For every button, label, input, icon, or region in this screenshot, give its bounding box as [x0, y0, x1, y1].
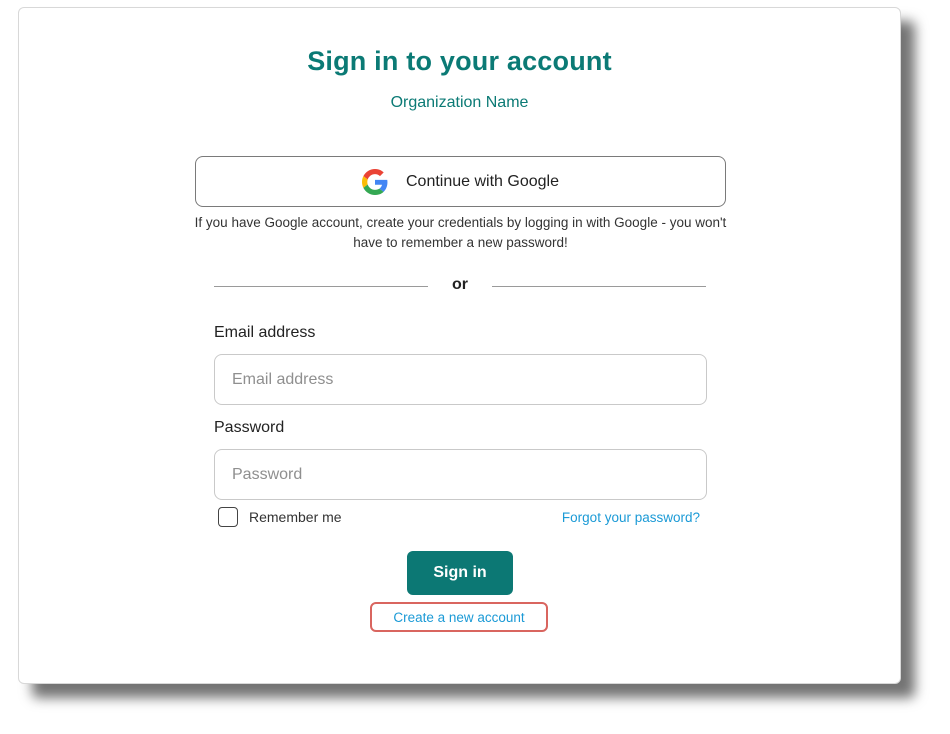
- remember-me[interactable]: Remember me: [218, 507, 342, 527]
- divider-or-label: or: [452, 276, 468, 293]
- continue-with-google-button[interactable]: Continue with Google: [195, 156, 726, 207]
- create-account-link[interactable]: Create a new account: [393, 610, 524, 625]
- page-title: Sign in to your account: [307, 46, 612, 76]
- password-field[interactable]: [214, 449, 707, 500]
- organization-name: Organization Name: [390, 94, 529, 111]
- google-logo-icon: [362, 168, 388, 195]
- forgot-password-link[interactable]: Forgot your password?: [562, 510, 700, 525]
- continue-with-google-label: Continue with Google: [406, 172, 559, 190]
- divider-line-right: [492, 286, 706, 287]
- remember-me-label: Remember me: [249, 509, 342, 525]
- create-account-highlight: Create a new account: [370, 602, 548, 632]
- sign-in-card: Sign in to your account Organization Nam…: [18, 7, 901, 684]
- email-label: Email address: [214, 324, 316, 341]
- remember-me-checkbox[interactable]: [218, 507, 238, 527]
- email-field[interactable]: [214, 354, 707, 405]
- password-label: Password: [214, 419, 285, 436]
- sign-in-button[interactable]: Sign in: [407, 551, 513, 595]
- google-hint-text: If you have Google account, create your …: [194, 215, 727, 250]
- divider-line-left: [214, 286, 428, 287]
